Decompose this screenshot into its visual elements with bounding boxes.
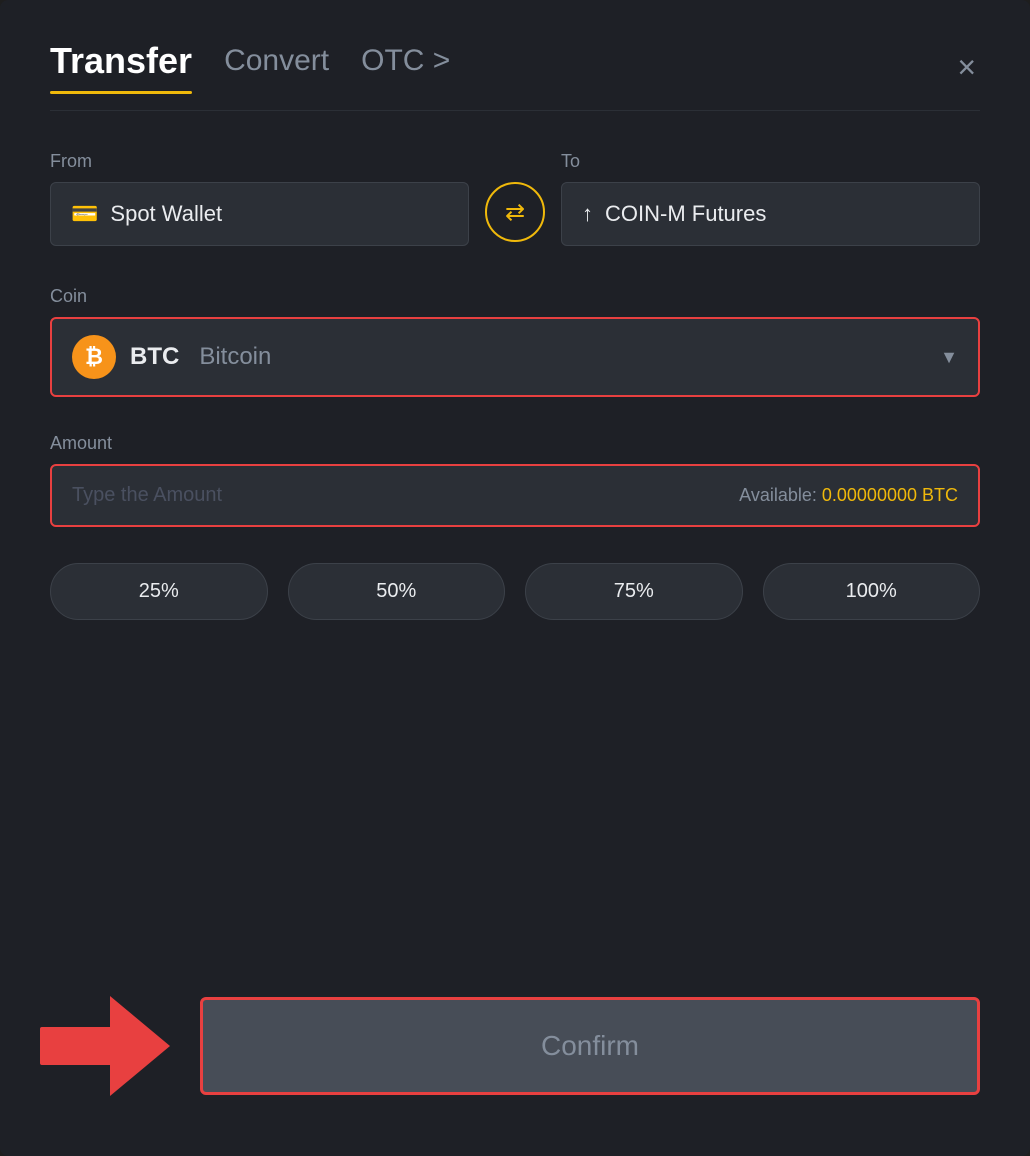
bottom-section: Confirm	[50, 996, 980, 1096]
coin-label: Coin	[50, 286, 87, 306]
coin-selector[interactable]: ₿ BTC Bitcoin ▼	[50, 317, 980, 397]
to-group: To ↑ COIN-M Futures	[561, 151, 980, 246]
futures-icon: ↑	[582, 201, 593, 227]
amount-label: Amount	[50, 433, 112, 453]
from-to-section: From 💳 Spot Wallet ⇄ To ↑ COIN-M Futures	[50, 151, 980, 246]
tab-convert[interactable]: Convert	[224, 44, 329, 90]
from-group: From 💳 Spot Wallet	[50, 151, 469, 246]
from-wallet-label: Spot Wallet	[110, 201, 222, 227]
arrow-container	[50, 996, 170, 1096]
arrow-head	[110, 996, 170, 1096]
percent-buttons: 25% 50% 75% 100%	[50, 563, 980, 620]
available-label: Available:	[739, 485, 817, 505]
chevron-down-icon: ▼	[940, 347, 958, 368]
coin-ticker: BTC	[130, 343, 179, 371]
percent-100-button[interactable]: 100%	[763, 563, 981, 620]
modal-header: Transfer Convert OTC > ×	[50, 40, 980, 94]
available-text: Available: 0.00000000 BTC	[739, 485, 958, 506]
coin-full-name: Bitcoin	[199, 343, 271, 371]
percent-50-button[interactable]: 50%	[288, 563, 506, 620]
transfer-modal: Transfer Convert OTC > × From 💳 Spot Wal…	[0, 0, 1030, 1156]
btc-icon: ₿	[72, 335, 116, 379]
percent-75-button[interactable]: 75%	[525, 563, 743, 620]
tab-transfer[interactable]: Transfer	[50, 40, 192, 94]
close-button[interactable]: ×	[953, 47, 980, 87]
swap-button[interactable]: ⇄	[485, 182, 545, 242]
available-value: 0.00000000 BTC	[822, 485, 958, 505]
to-wallet-label: COIN-M Futures	[605, 201, 766, 227]
arrow-body	[40, 1027, 110, 1065]
to-label: To	[561, 151, 980, 172]
arrow-right-indicator	[40, 996, 170, 1096]
from-label: From	[50, 151, 469, 172]
header-divider	[50, 110, 980, 111]
swap-icon: ⇄	[505, 198, 525, 227]
amount-section: Amount Type the Amount Available: 0.0000…	[50, 433, 980, 527]
to-wallet-selector[interactable]: ↑ COIN-M Futures	[561, 182, 980, 246]
percent-25-button[interactable]: 25%	[50, 563, 268, 620]
amount-input-box[interactable]: Type the Amount Available: 0.00000000 BT…	[50, 464, 980, 527]
confirm-button[interactable]: Confirm	[200, 997, 980, 1095]
coin-section: Coin ₿ BTC Bitcoin ▼	[50, 286, 980, 397]
wallet-icon: 💳	[71, 201, 98, 227]
from-wallet-selector[interactable]: 💳 Spot Wallet	[50, 182, 469, 246]
tab-otc[interactable]: OTC >	[361, 44, 450, 90]
amount-placeholder: Type the Amount	[72, 484, 222, 507]
